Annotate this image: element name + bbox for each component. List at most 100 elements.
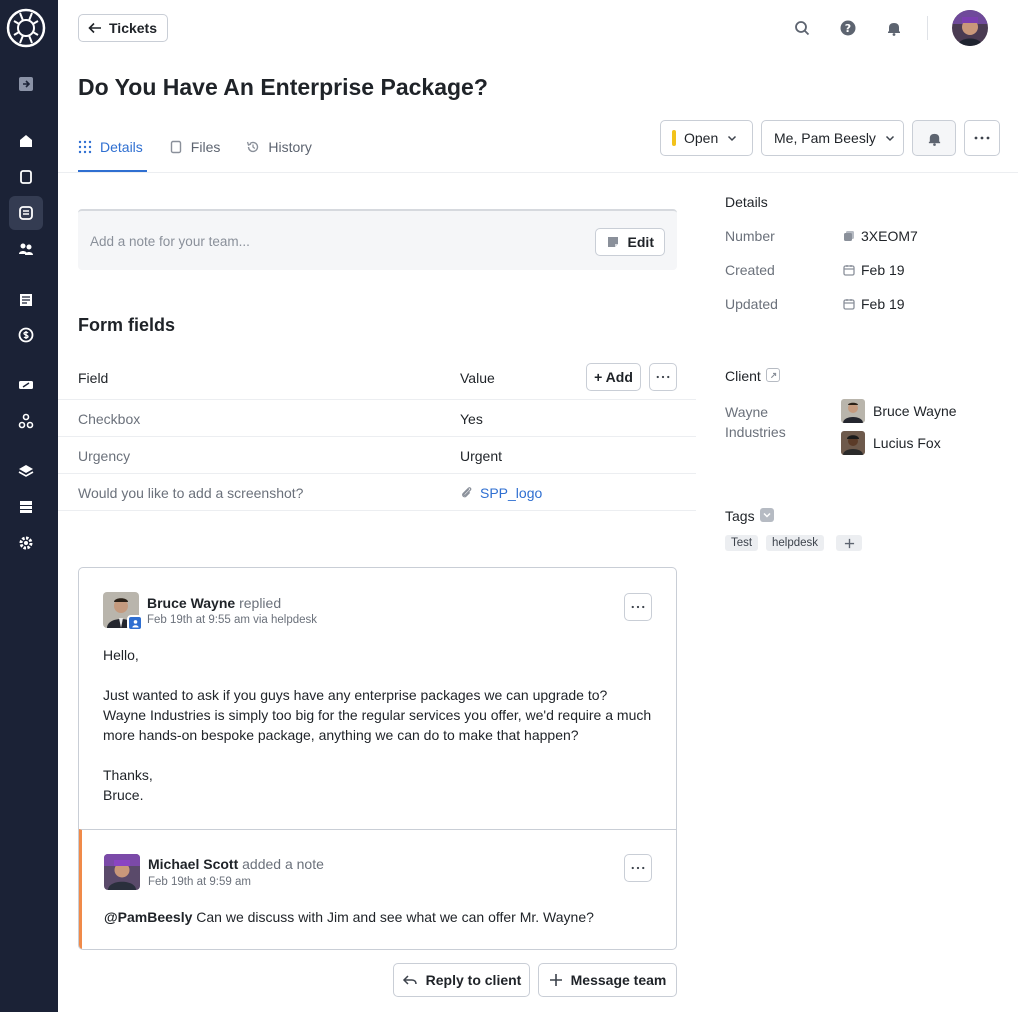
user-avatar[interactable] bbox=[952, 10, 988, 46]
paperclip-icon bbox=[462, 487, 472, 498]
file-icon bbox=[170, 140, 181, 154]
note-icon bbox=[607, 237, 618, 247]
sidebar-integrations-icon[interactable] bbox=[17, 412, 35, 430]
plus-icon bbox=[844, 538, 854, 548]
status-dropdown[interactable]: Open bbox=[660, 120, 753, 156]
edit-note-button[interactable]: Edit bbox=[594, 228, 665, 256]
external-link-icon[interactable] bbox=[766, 368, 780, 382]
form-fields-title: Form fields bbox=[78, 315, 176, 335]
ticket-number[interactable]: 3XEOM7 bbox=[843, 228, 918, 244]
more-horizontal-icon bbox=[656, 375, 670, 379]
tag-test[interactable]: Test bbox=[725, 535, 759, 551]
top-divider bbox=[927, 16, 928, 40]
page-title: Do You Have An Enterprise Package? bbox=[78, 74, 488, 100]
updated-value: Feb 19 bbox=[861, 296, 905, 312]
assignee-dropdown[interactable]: Me, Pam Beesly bbox=[761, 120, 904, 156]
table-row: Would you like to add a screenshot? SPP_… bbox=[58, 473, 696, 510]
reply-icon bbox=[402, 975, 417, 985]
client-person[interactable]: Lucius Fox bbox=[841, 431, 941, 455]
field-name: Would you like to add a screenshot? bbox=[78, 485, 304, 501]
more-horizontal-icon bbox=[631, 605, 645, 609]
sidebar-settings-icon[interactable] bbox=[17, 534, 35, 552]
created-label: Created bbox=[725, 262, 775, 278]
tab-history[interactable]: History bbox=[246, 136, 312, 158]
client-company[interactable]: Wayne Industries bbox=[725, 402, 805, 442]
reply-label: Reply to client bbox=[425, 972, 522, 988]
person-avatar bbox=[841, 399, 865, 423]
edit-label: Edit bbox=[627, 234, 654, 250]
form-fields-more-button[interactable] bbox=[649, 363, 677, 391]
sidebar bbox=[0, 0, 58, 1012]
sidebar-home-icon[interactable] bbox=[17, 132, 35, 150]
message-team-button[interactable]: Message team bbox=[538, 963, 677, 997]
sidebar-requests-icon[interactable] bbox=[17, 168, 35, 186]
sidebar-storage-icon[interactable] bbox=[17, 498, 35, 516]
top-icons: ? bbox=[792, 18, 930, 38]
message-author: Michael Scott added a note bbox=[148, 856, 324, 872]
message-more-button[interactable] bbox=[624, 593, 652, 621]
sidebar-collapse-icon[interactable] bbox=[17, 75, 35, 93]
team-note-box[interactable]: Add a note for your team... Edit bbox=[78, 209, 677, 270]
person-name: Lucius Fox bbox=[873, 435, 941, 451]
more-horizontal-icon bbox=[974, 136, 990, 140]
mention[interactable]: @PamBeesly bbox=[104, 909, 192, 925]
assignee-label: Me, Pam Beesly bbox=[774, 130, 876, 146]
sidebar-tickets-icon[interactable] bbox=[9, 196, 43, 230]
status-label: Open bbox=[684, 130, 719, 146]
person-name: Bruce Wayne bbox=[873, 403, 957, 419]
search-icon[interactable] bbox=[792, 18, 812, 38]
sidebar-billing-icon[interactable] bbox=[17, 326, 35, 344]
number-label: Number bbox=[725, 228, 775, 244]
message-timestamp: Feb 19th at 9:59 am bbox=[148, 876, 251, 888]
col-value-header: Value bbox=[460, 370, 495, 386]
help-icon[interactable]: ? bbox=[838, 18, 858, 38]
sidebar-coupons-icon[interactable] bbox=[17, 376, 35, 394]
add-tag-button[interactable] bbox=[836, 535, 862, 551]
field-name: Checkbox bbox=[78, 411, 141, 427]
back-label: Tickets bbox=[109, 20, 157, 36]
calendar-icon bbox=[843, 299, 855, 310]
copy-icon bbox=[844, 231, 854, 241]
message-timestamp: Feb 19th at 9:55 am via helpdesk bbox=[147, 614, 318, 626]
tags-title: Tags bbox=[725, 508, 755, 524]
message-body-line: Thanks, bbox=[103, 767, 153, 783]
tab-details[interactable]: Details bbox=[78, 136, 143, 158]
tab-files[interactable]: Files bbox=[169, 136, 220, 158]
history-icon bbox=[247, 141, 259, 153]
note-body: @PamBeesly Can we discuss with Jim and s… bbox=[104, 907, 654, 927]
tab-history-label: History bbox=[268, 139, 312, 155]
attachment-link[interactable]: SPP_logo bbox=[480, 485, 542, 501]
updated-label: Updated bbox=[725, 296, 778, 312]
bell-icon[interactable] bbox=[884, 18, 904, 38]
tags-dropdown-icon[interactable] bbox=[760, 508, 774, 522]
add-field-button[interactable]: + Add bbox=[586, 363, 641, 391]
grid-dots-icon bbox=[78, 140, 92, 154]
plus-icon bbox=[549, 974, 562, 986]
message-body-line: Hello, bbox=[103, 647, 139, 663]
sidebar-invoices-icon[interactable] bbox=[17, 291, 35, 309]
reply-to-client-button[interactable]: Reply to client bbox=[393, 963, 530, 997]
message-author: Bruce Wayne replied bbox=[147, 595, 281, 611]
calendar-icon bbox=[843, 265, 855, 276]
app-logo[interactable] bbox=[6, 8, 46, 48]
note-text: Can we discuss with Jim and see what we … bbox=[196, 909, 594, 925]
table-row: Checkbox Yes bbox=[58, 399, 696, 436]
sidebar-layers-icon[interactable] bbox=[17, 462, 35, 480]
tabs-divider bbox=[58, 172, 1018, 173]
author-avatar bbox=[104, 854, 140, 890]
client-person[interactable]: Bruce Wayne bbox=[841, 399, 957, 423]
person-avatar bbox=[841, 431, 865, 455]
message-more-button[interactable] bbox=[624, 854, 652, 882]
sidebar-clients-icon[interactable] bbox=[17, 240, 35, 258]
details-title: Details bbox=[725, 194, 768, 210]
follow-notifications-button[interactable] bbox=[912, 120, 956, 156]
more-actions-button[interactable] bbox=[964, 120, 1000, 156]
conversation-thread: Bruce Wayne replied Feb 19th at 9:55 am … bbox=[78, 567, 677, 950]
chevron-down-icon bbox=[885, 135, 894, 142]
client-badge-icon bbox=[127, 615, 143, 631]
back-to-tickets-button[interactable]: Tickets bbox=[78, 14, 168, 42]
tag-helpdesk[interactable]: helpdesk bbox=[766, 535, 825, 551]
field-name: Urgency bbox=[78, 448, 131, 464]
note-placeholder: Add a note for your team... bbox=[90, 234, 250, 249]
updated-date: Feb 19 bbox=[843, 296, 905, 312]
